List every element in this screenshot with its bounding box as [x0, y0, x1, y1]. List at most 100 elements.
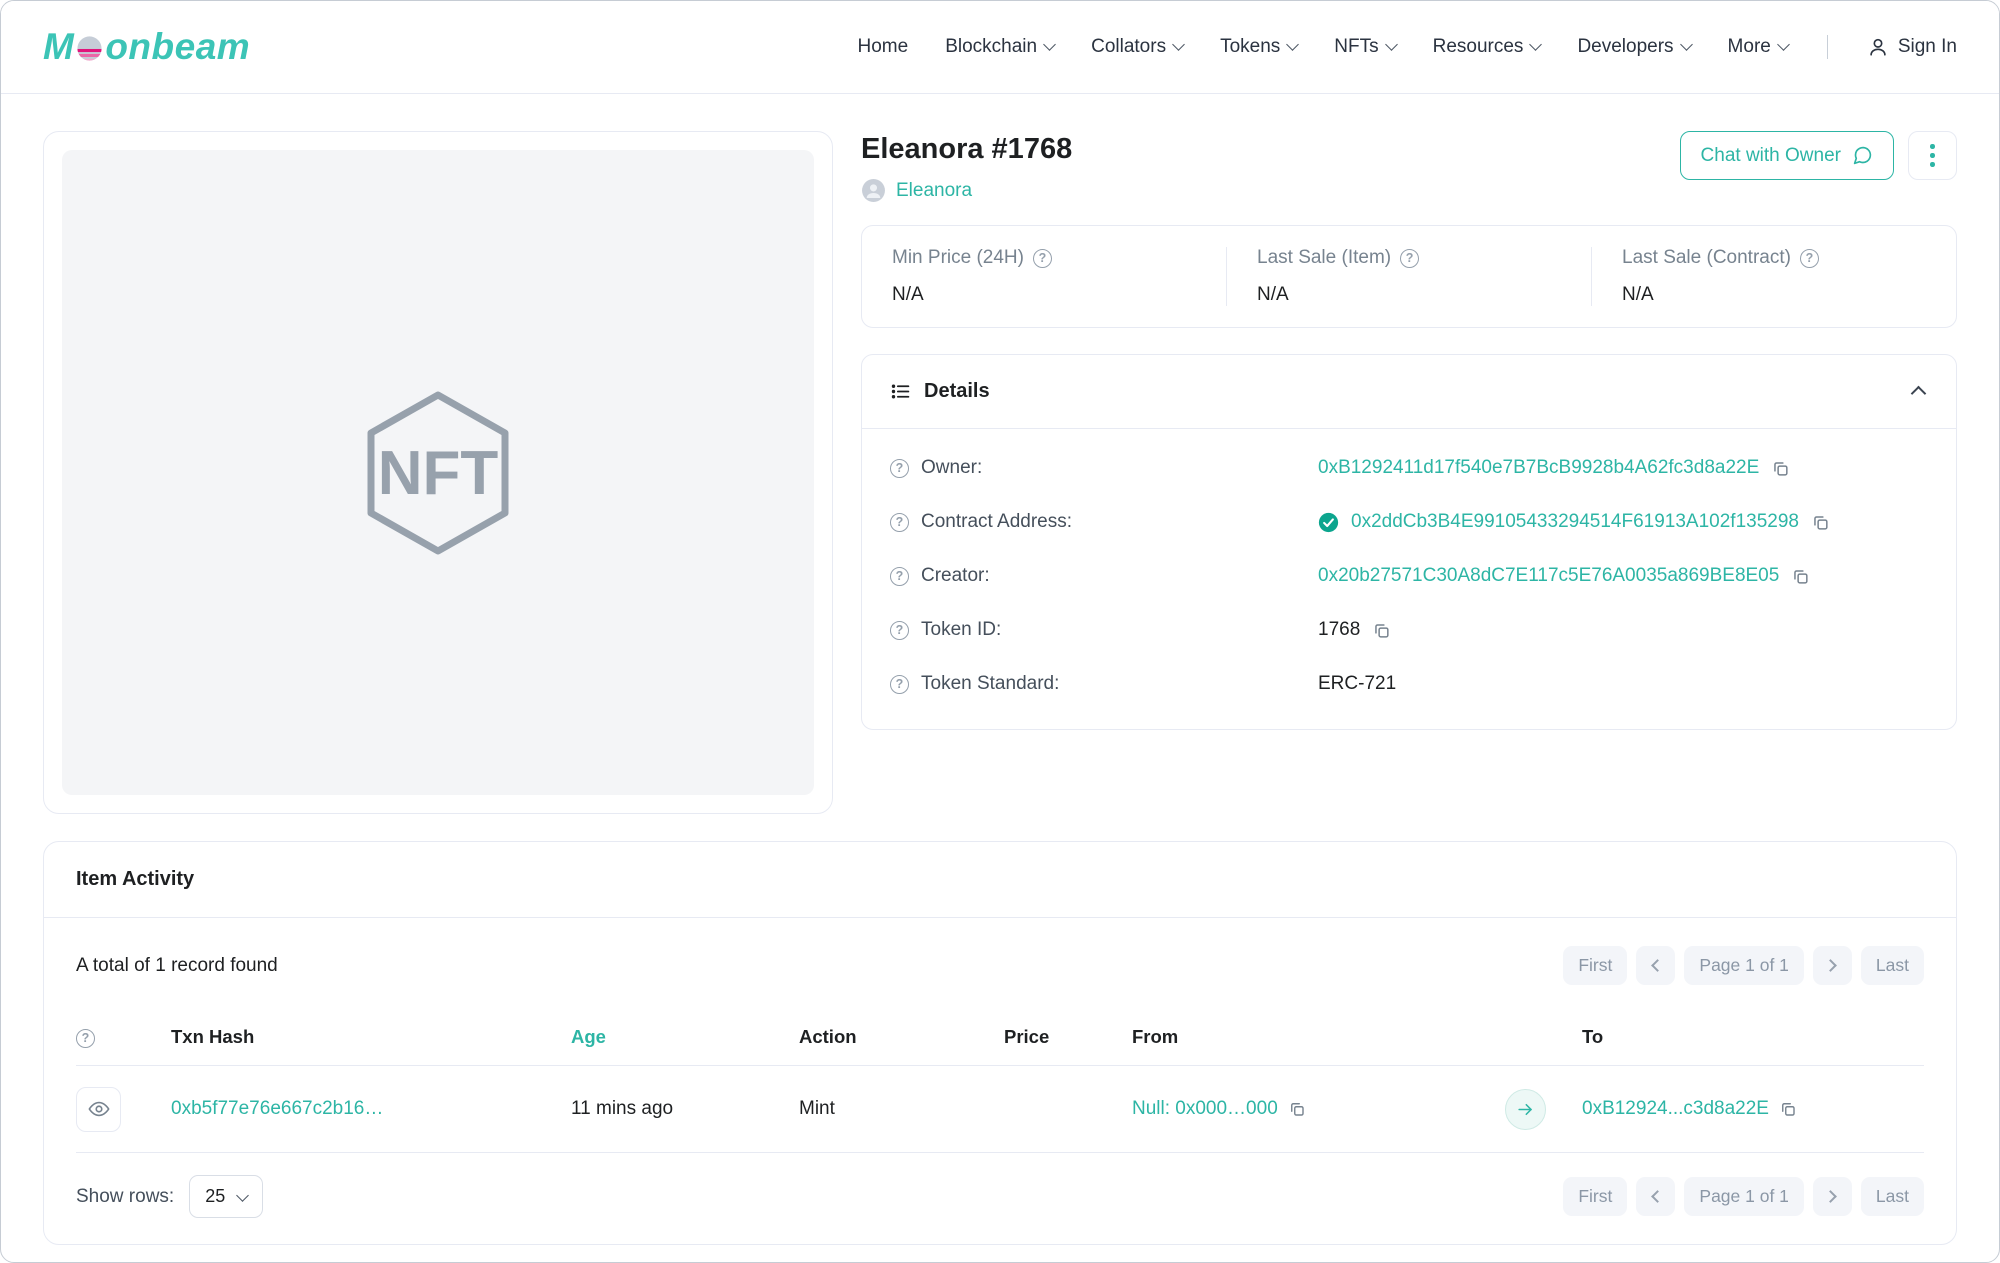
- collection-avatar: [861, 178, 886, 203]
- moonbeam-logo[interactable]: M onbeam: [43, 26, 250, 68]
- copy-icon: [1288, 1100, 1306, 1118]
- pagination-prev-button[interactable]: [1636, 1177, 1675, 1216]
- nav-label: More: [1728, 36, 1771, 58]
- rows-per-page-value: 25: [205, 1186, 225, 1207]
- help-icon[interactable]: ?: [890, 567, 909, 586]
- detail-row-token-standard: ? Token Standard: ERC-721: [890, 657, 1928, 711]
- copy-icon: [1372, 621, 1391, 640]
- activity-summary-row: A total of 1 record found First Page 1 o…: [76, 918, 1924, 1008]
- pagination-bottom: First Page 1 of 1 Last: [1563, 1177, 1924, 1216]
- pagination-prev-button[interactable]: [1636, 946, 1675, 985]
- show-rows-control: Show rows: 25: [76, 1175, 263, 1218]
- column-header-age[interactable]: Age: [571, 1026, 799, 1048]
- more-options-button[interactable]: [1908, 131, 1957, 180]
- pagination-last-button[interactable]: Last: [1861, 946, 1924, 985]
- detail-label: Token Standard:: [921, 673, 1059, 695]
- txn-hash-link[interactable]: 0xb5f77e76e667c2b16…: [171, 1098, 383, 1119]
- nav-item-home[interactable]: Home: [858, 36, 909, 58]
- nav-item-resources[interactable]: Resources: [1433, 36, 1541, 58]
- help-icon[interactable]: ?: [1033, 249, 1052, 268]
- help-icon[interactable]: ?: [76, 1029, 95, 1048]
- creator-address-link[interactable]: 0x20b27571C30A8dC7E117c5E76A0035a869BE8E…: [1318, 565, 1779, 587]
- records-summary: A total of 1 record found: [76, 955, 278, 977]
- detail-label: Owner:: [921, 457, 982, 479]
- copy-creator-button[interactable]: [1791, 567, 1810, 586]
- chevron-down-icon: [1680, 38, 1693, 51]
- copy-icon: [1779, 1100, 1797, 1118]
- stat-label: Min Price (24H): [892, 247, 1024, 269]
- chat-bubble-icon: [1852, 145, 1873, 166]
- detail-row-token-id: ? Token ID: 1768: [890, 603, 1928, 657]
- help-icon[interactable]: ?: [890, 621, 909, 640]
- detail-row-owner: ? Owner: 0xB1292411d17f540e7B7BcB9928b4A…: [890, 441, 1928, 495]
- nav-divider: [1827, 35, 1828, 59]
- nav-label: NFTs: [1334, 36, 1378, 58]
- pagination-next-button[interactable]: [1813, 1177, 1852, 1216]
- nft-media-card: NFT: [43, 131, 833, 814]
- table-row: 0xb5f77e76e667c2b16… 11 mins ago Mint Nu…: [76, 1066, 1924, 1153]
- owner-address-link[interactable]: 0xB1292411d17f540e7B7BcB9928b4A62fc3d8a2…: [1318, 457, 1759, 479]
- copy-contract-button[interactable]: [1811, 513, 1830, 532]
- help-icon[interactable]: ?: [890, 459, 909, 478]
- stat-last-sale-item: Last Sale (Item) ? N/A: [1226, 247, 1591, 306]
- collection-link[interactable]: Eleanora: [861, 178, 1072, 203]
- nft-hexagon-icon: NFT: [353, 388, 523, 558]
- nav-item-more[interactable]: More: [1728, 36, 1788, 58]
- user-icon: [1867, 36, 1889, 58]
- nav-item-collators[interactable]: Collators: [1091, 36, 1183, 58]
- main-nav: Home Blockchain Collators Tokens NFTs Re…: [858, 35, 1957, 59]
- copy-owner-button[interactable]: [1771, 459, 1790, 478]
- contract-address-link[interactable]: 0x2ddCb3B4E99105433294514F61913A102f1352…: [1351, 511, 1799, 533]
- nav-item-blockchain[interactable]: Blockchain: [945, 36, 1054, 58]
- price-stats-card: Min Price (24H) ? N/A Last Sale (Item) ?…: [861, 225, 1957, 328]
- nft-overview-section: NFT Eleanora #1768: [43, 131, 1957, 814]
- pagination-next-button[interactable]: [1813, 946, 1852, 985]
- from-address-link[interactable]: Null: 0x000…000: [1132, 1098, 1278, 1120]
- nav-label: Collators: [1091, 36, 1166, 58]
- to-cell: 0xB12924...c3d8a22E: [1582, 1098, 1924, 1120]
- age-cell: 11 mins ago: [571, 1098, 799, 1120]
- copy-token-id-button[interactable]: [1372, 621, 1391, 640]
- pagination-page-indicator: Page 1 of 1: [1684, 1177, 1804, 1216]
- sign-in-button[interactable]: Sign In: [1867, 36, 1957, 58]
- arrow-right-icon: [1516, 1100, 1535, 1119]
- details-card: Details ? Owner: 0xB1292411d17: [861, 354, 1957, 730]
- from-cell: Null: 0x000…000: [1132, 1089, 1582, 1130]
- chat-button-label: Chat with Owner: [1701, 145, 1841, 167]
- collapse-details-button[interactable]: [1909, 378, 1928, 405]
- list-icon: [890, 381, 911, 402]
- copy-from-button[interactable]: [1288, 1100, 1306, 1118]
- chat-with-owner-button[interactable]: Chat with Owner: [1680, 131, 1894, 180]
- top-navbar: M onbeam Home Blockchain Collators: [1, 1, 1999, 94]
- moonbeam-planet-icon: [75, 34, 104, 63]
- pagination-first-button[interactable]: First: [1563, 946, 1627, 985]
- pagination-top: First Page 1 of 1 Last: [1563, 946, 1924, 985]
- column-header-price: Price: [1004, 1026, 1132, 1048]
- sign-in-label: Sign In: [1898, 36, 1957, 58]
- pagination-last-button[interactable]: Last: [1861, 1177, 1924, 1216]
- to-address-link[interactable]: 0xB12924...c3d8a22E: [1582, 1098, 1769, 1120]
- detail-label: Creator:: [921, 565, 990, 587]
- column-header-action: Action: [799, 1026, 1004, 1048]
- help-icon[interactable]: ?: [890, 675, 909, 694]
- pagination-first-button[interactable]: First: [1563, 1177, 1627, 1216]
- nav-item-developers[interactable]: Developers: [1577, 36, 1690, 58]
- nav-item-nfts[interactable]: NFTs: [1334, 36, 1395, 58]
- token-id-value: 1768: [1318, 619, 1360, 641]
- view-transaction-button[interactable]: [76, 1087, 121, 1132]
- rows-per-page-select[interactable]: 25: [189, 1175, 263, 1218]
- details-title: Details: [924, 380, 1896, 403]
- nav-item-tokens[interactable]: Tokens: [1220, 36, 1297, 58]
- detail-row-creator: ? Creator: 0x20b27571C30A8dC7E117c5E76A0…: [890, 549, 1928, 603]
- help-icon[interactable]: ?: [890, 513, 909, 532]
- title-row: Eleanora #1768 Eleanora Chat w: [861, 131, 1957, 203]
- item-activity-card: Item Activity A total of 1 record found …: [43, 841, 1957, 1245]
- main-content: NFT Eleanora #1768: [1, 94, 1999, 1245]
- help-icon[interactable]: ?: [1400, 249, 1419, 268]
- help-icon[interactable]: ?: [1800, 249, 1819, 268]
- eye-icon: [88, 1098, 110, 1120]
- detail-row-contract: ? Contract Address: 0x2ddCb3B4E991054332…: [890, 495, 1928, 549]
- stat-min-price: Min Price (24H) ? N/A: [862, 247, 1226, 306]
- title-actions: Chat with Owner: [1680, 131, 1957, 180]
- copy-to-button[interactable]: [1779, 1100, 1797, 1118]
